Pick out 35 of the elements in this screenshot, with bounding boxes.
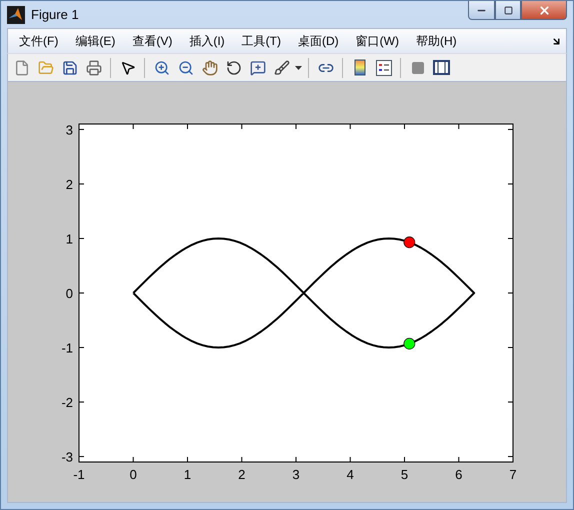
menu-item[interactable]: 编辑(E) — [68, 32, 122, 50]
menu-item[interactable]: 窗口(W) — [348, 32, 406, 50]
menu-item[interactable]: 帮助(H) — [408, 32, 464, 50]
app-logo-icon — [7, 6, 25, 24]
y-tick-label: 2 — [66, 176, 73, 192]
y-tick-label: -3 — [61, 450, 73, 465]
x-tick-label: 3 — [292, 467, 300, 482]
x-tick-label: 0 — [130, 467, 137, 482]
dock-arrow-icon[interactable] — [551, 36, 562, 46]
y-tick-label: 0 — [66, 286, 73, 301]
menu-item[interactable]: 插入(I) — [182, 32, 232, 50]
minimize-button[interactable] — [468, 1, 495, 20]
y-tick-label: -2 — [61, 395, 73, 410]
close-icon — [538, 4, 550, 16]
y-tick-label: 1 — [66, 231, 73, 246]
close-button[interactable] — [521, 1, 567, 20]
x-tick-label: 6 — [455, 467, 462, 482]
y-tick-label: -1 — [61, 340, 73, 356]
menu-item[interactable]: 桌面(D) — [290, 32, 346, 50]
x-tick-label: 1 — [184, 467, 192, 482]
y-tick-label: 3 — [66, 122, 73, 138]
menu-item[interactable]: 文件(F) — [12, 32, 66, 50]
x-tick-label: 5 — [400, 467, 408, 482]
menu-item[interactable]: 查看(V) — [125, 32, 180, 50]
x-tick-label: -1 — [73, 467, 85, 482]
x-tick-label: 4 — [346, 467, 354, 482]
window-title: Figure 1 — [31, 7, 80, 22]
x-tick-label: 2 — [238, 467, 246, 482]
menu-item[interactable]: 工具(T) — [234, 32, 288, 50]
maximize-button[interactable] — [495, 1, 521, 20]
maximize-icon — [504, 6, 512, 14]
legend-icon[interactable] — [373, 57, 394, 78]
x-tick-label: 7 — [509, 467, 517, 482]
window-icon[interactable] — [431, 57, 452, 78]
caret-icon[interactable] — [295, 66, 302, 70]
